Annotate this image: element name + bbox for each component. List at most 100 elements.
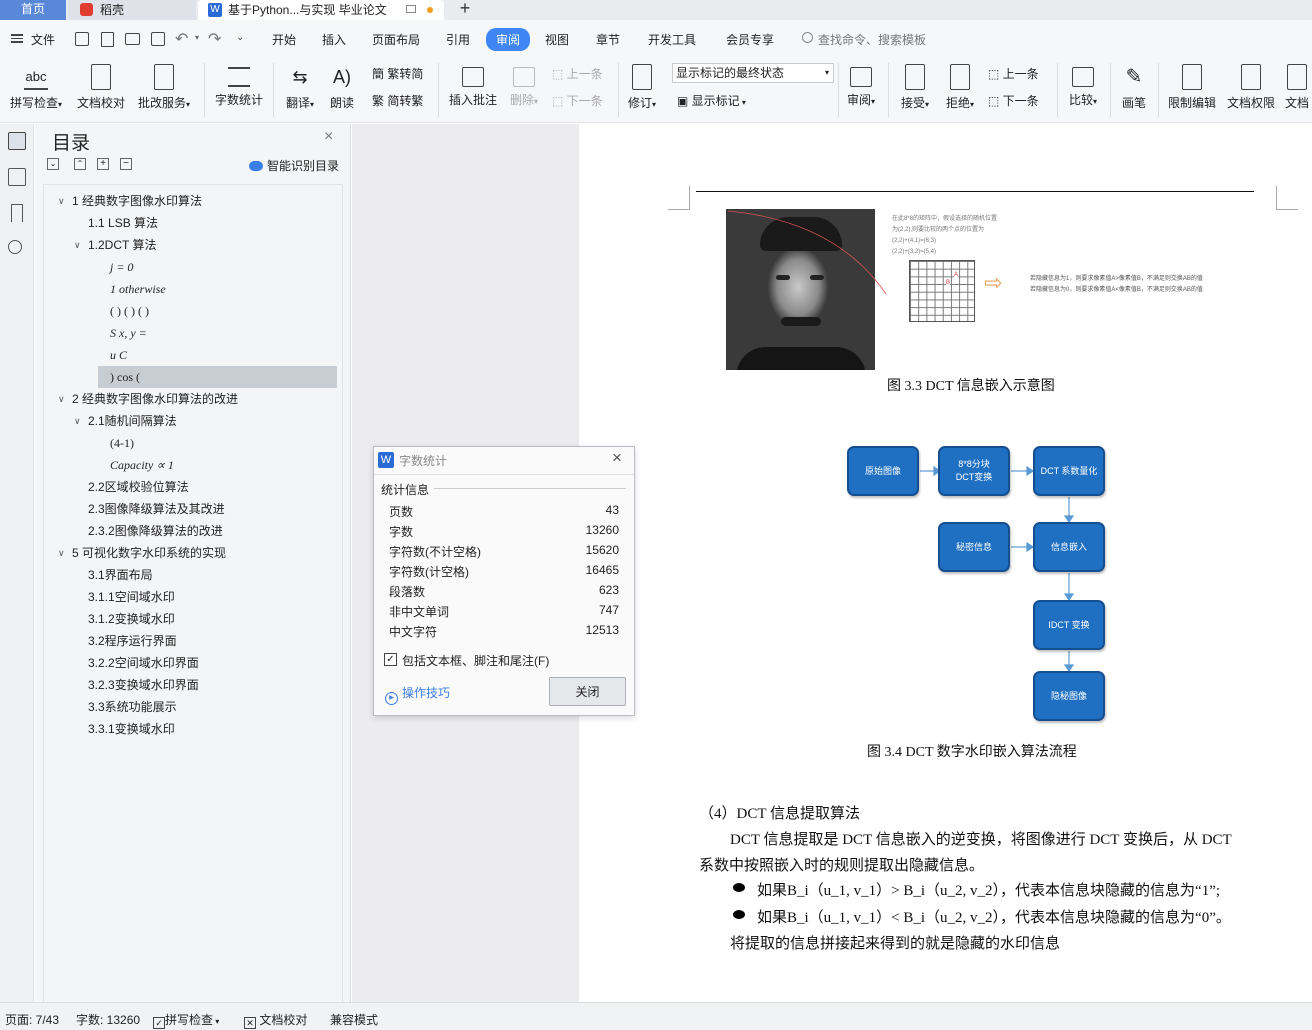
- word-count-button[interactable]: 字数统计: [214, 64, 264, 108]
- chapter-nav-icon[interactable]: [8, 168, 26, 186]
- markup-state-select[interactable]: 显示标记的最终状态 ▾: [672, 63, 834, 83]
- reject-button[interactable]: 拒绝▾: [942, 64, 978, 111]
- screen-icon[interactable]: [406, 5, 416, 13]
- dialog-close-icon[interactable]: ×: [612, 448, 622, 468]
- command-search[interactable]: 查找命令、搜索模板: [818, 31, 926, 48]
- close-button[interactable]: 关闭: [549, 677, 626, 706]
- menu-review[interactable]: 审阅: [486, 28, 531, 51]
- toc-pane-icon[interactable]: [8, 132, 26, 150]
- toc-item[interactable]: 3.1.2变换域水印: [44, 608, 342, 630]
- toc-expand-icon[interactable]: ∨: [58, 542, 70, 564]
- tab-document[interactable]: W 基于Python...与实现 毕业论文: [198, 0, 444, 20]
- toc-item[interactable]: 3.3系统功能展示: [44, 696, 342, 718]
- tab-home[interactable]: 首页: [0, 0, 66, 20]
- toc-item[interactable]: (4-1): [44, 432, 342, 454]
- toc-item[interactable]: ∨ 1 经典数字图像水印算法: [44, 190, 342, 212]
- toc-item[interactable]: 1.1 LSB 算法: [44, 212, 342, 234]
- doc-more-button[interactable]: 文档: [1285, 64, 1312, 111]
- collapse-all-icon[interactable]: ⌄: [47, 158, 59, 170]
- spell-check-button[interactable]: abc 拼写检查▾: [7, 64, 65, 111]
- toc-item[interactable]: S x, y =: [44, 322, 342, 344]
- menu-chapter[interactable]: 章节: [596, 31, 620, 48]
- toc-item[interactable]: 3.2程序运行界面: [44, 630, 342, 652]
- menu-reference[interactable]: 引用: [446, 31, 470, 48]
- prev-comment-button[interactable]: ⬚ 上一条: [552, 65, 603, 82]
- toc-item[interactable]: 3.2.3变换域水印界面: [44, 674, 342, 696]
- toc-item[interactable]: ) cos (: [98, 366, 337, 388]
- simp-to-trad-button[interactable]: 繁 简转繁: [372, 92, 423, 109]
- save-icon[interactable]: [75, 32, 89, 46]
- batch-service-button[interactable]: 批改服务▾: [135, 64, 193, 111]
- translate-button[interactable]: ⇆ 翻译▾: [282, 64, 318, 111]
- toc-expand-icon[interactable]: ∨: [58, 388, 70, 410]
- document-page[interactable]: 在此8*8的矩阵中，假设选择的随机位置 为(2,2),则要比较的两个点的位置为 …: [579, 124, 1312, 1002]
- close-icon[interactable]: ×: [324, 128, 333, 146]
- prev-change-button[interactable]: ⬚ 上一条: [988, 65, 1039, 82]
- include-footnotes-label[interactable]: 包括文本框、脚注和尾注(F): [402, 652, 549, 669]
- bookmark-icon[interactable]: [11, 204, 23, 222]
- restrict-edit-button[interactable]: 限制编辑: [1166, 64, 1218, 111]
- read-aloud-button[interactable]: A) 朗读: [327, 64, 357, 111]
- export-icon[interactable]: [101, 32, 114, 47]
- remove-heading-icon[interactable]: −: [120, 158, 132, 170]
- doc-check-status[interactable]: ✕ 文档校对: [244, 1011, 307, 1029]
- toc-item[interactable]: 2.2区域校验位算法: [44, 476, 342, 498]
- undo-dropdown-icon[interactable]: ▾: [195, 33, 199, 42]
- word-count-status[interactable]: 字数: 13260: [76, 1011, 140, 1028]
- undo-icon[interactable]: ↶: [175, 29, 188, 49]
- menu-member[interactable]: 会员专享: [726, 31, 774, 48]
- tips-link[interactable]: ▶ 操作技巧: [385, 684, 450, 705]
- toc-item[interactable]: ∨ 1.2DCT 算法: [44, 234, 342, 256]
- smart-toc-button[interactable]: 智能识别目录: [249, 157, 339, 174]
- menu-devtools[interactable]: 开发工具: [648, 31, 696, 48]
- toc-item[interactable]: ∨ 5 可视化数字水印系统的实现: [44, 542, 342, 564]
- hamburger-icon[interactable]: [11, 34, 23, 43]
- preview-icon[interactable]: [151, 32, 165, 46]
- toc-item[interactable]: 3.3.1变换域水印: [44, 718, 342, 740]
- toc-item[interactable]: ∨ 2 经典数字图像水印算法的改进: [44, 388, 342, 410]
- spell-check-status[interactable]: ✓ 拼写检查 ▾: [153, 1011, 219, 1029]
- menu-insert[interactable]: 插入: [322, 31, 346, 48]
- toc-expand-icon[interactable]: ∨: [58, 190, 70, 212]
- toc-item[interactable]: j = 0: [44, 256, 342, 278]
- toc-item[interactable]: ∨ 2.1随机间隔算法: [44, 410, 342, 432]
- toc-item[interactable]: 2.3图像降级算法及其改进: [44, 498, 342, 520]
- review-pane-button[interactable]: 审阅▾: [843, 64, 879, 108]
- toc-item[interactable]: ( ) ( ) ( ): [44, 300, 342, 322]
- menu-layout[interactable]: 页面布局: [372, 31, 420, 48]
- expand-icon[interactable]: ⌃: [74, 158, 86, 170]
- show-markup-button[interactable]: ▣ 显示标记 ▾: [677, 92, 746, 109]
- menu-start[interactable]: 开始: [272, 31, 296, 48]
- delete-comment-button[interactable]: 删除▾: [507, 64, 541, 108]
- new-tab-button[interactable]: +: [452, 0, 478, 20]
- trad-to-simp-button[interactable]: 簡 繁转简: [372, 65, 423, 82]
- toc-item[interactable]: 2.3.2图像降级算法的改进: [44, 520, 342, 542]
- add-heading-icon[interactable]: +: [97, 158, 109, 170]
- page-indicator[interactable]: 页面: 7/43: [5, 1011, 59, 1028]
- accept-button[interactable]: 接受▾: [897, 64, 933, 111]
- toc-item[interactable]: 3.1.1空间域水印: [44, 586, 342, 608]
- menu-view[interactable]: 视图: [545, 31, 569, 48]
- compare-button[interactable]: 比较▾: [1065, 64, 1101, 108]
- include-footnotes-checkbox[interactable]: ✓: [384, 653, 397, 666]
- toc-item[interactable]: 3.1界面布局: [44, 564, 342, 586]
- next-comment-button[interactable]: ⬚ 下一条: [552, 92, 603, 109]
- menu-file[interactable]: 文件: [31, 31, 55, 48]
- pen-button[interactable]: ✎ 画笔: [1118, 64, 1150, 111]
- insert-comment-button[interactable]: 插入批注: [448, 64, 498, 108]
- redo-icon[interactable]: ↷: [208, 29, 221, 49]
- toc-item[interactable]: Capacity ∝ 1: [44, 454, 342, 476]
- doc-permission-button[interactable]: 文档权限: [1225, 64, 1277, 111]
- more-icon[interactable]: ⌄: [236, 32, 244, 43]
- search-icon[interactable]: [8, 240, 22, 254]
- print-icon[interactable]: [125, 33, 140, 45]
- toc-item[interactable]: 3.2.2空间域水印界面: [44, 652, 342, 674]
- next-change-button[interactable]: ⬚ 下一条: [988, 92, 1039, 109]
- toc-expand-icon[interactable]: ∨: [74, 410, 86, 432]
- doc-check-button[interactable]: 文档校对: [77, 64, 125, 111]
- toc-expand-icon[interactable]: ∨: [74, 234, 86, 256]
- tab-daoke[interactable]: 稻壳: [68, 0, 196, 20]
- toc-item[interactable]: u C: [44, 344, 342, 366]
- track-changes-button[interactable]: 修订▾: [626, 64, 658, 111]
- toc-item[interactable]: 1 otherwise: [44, 278, 342, 300]
